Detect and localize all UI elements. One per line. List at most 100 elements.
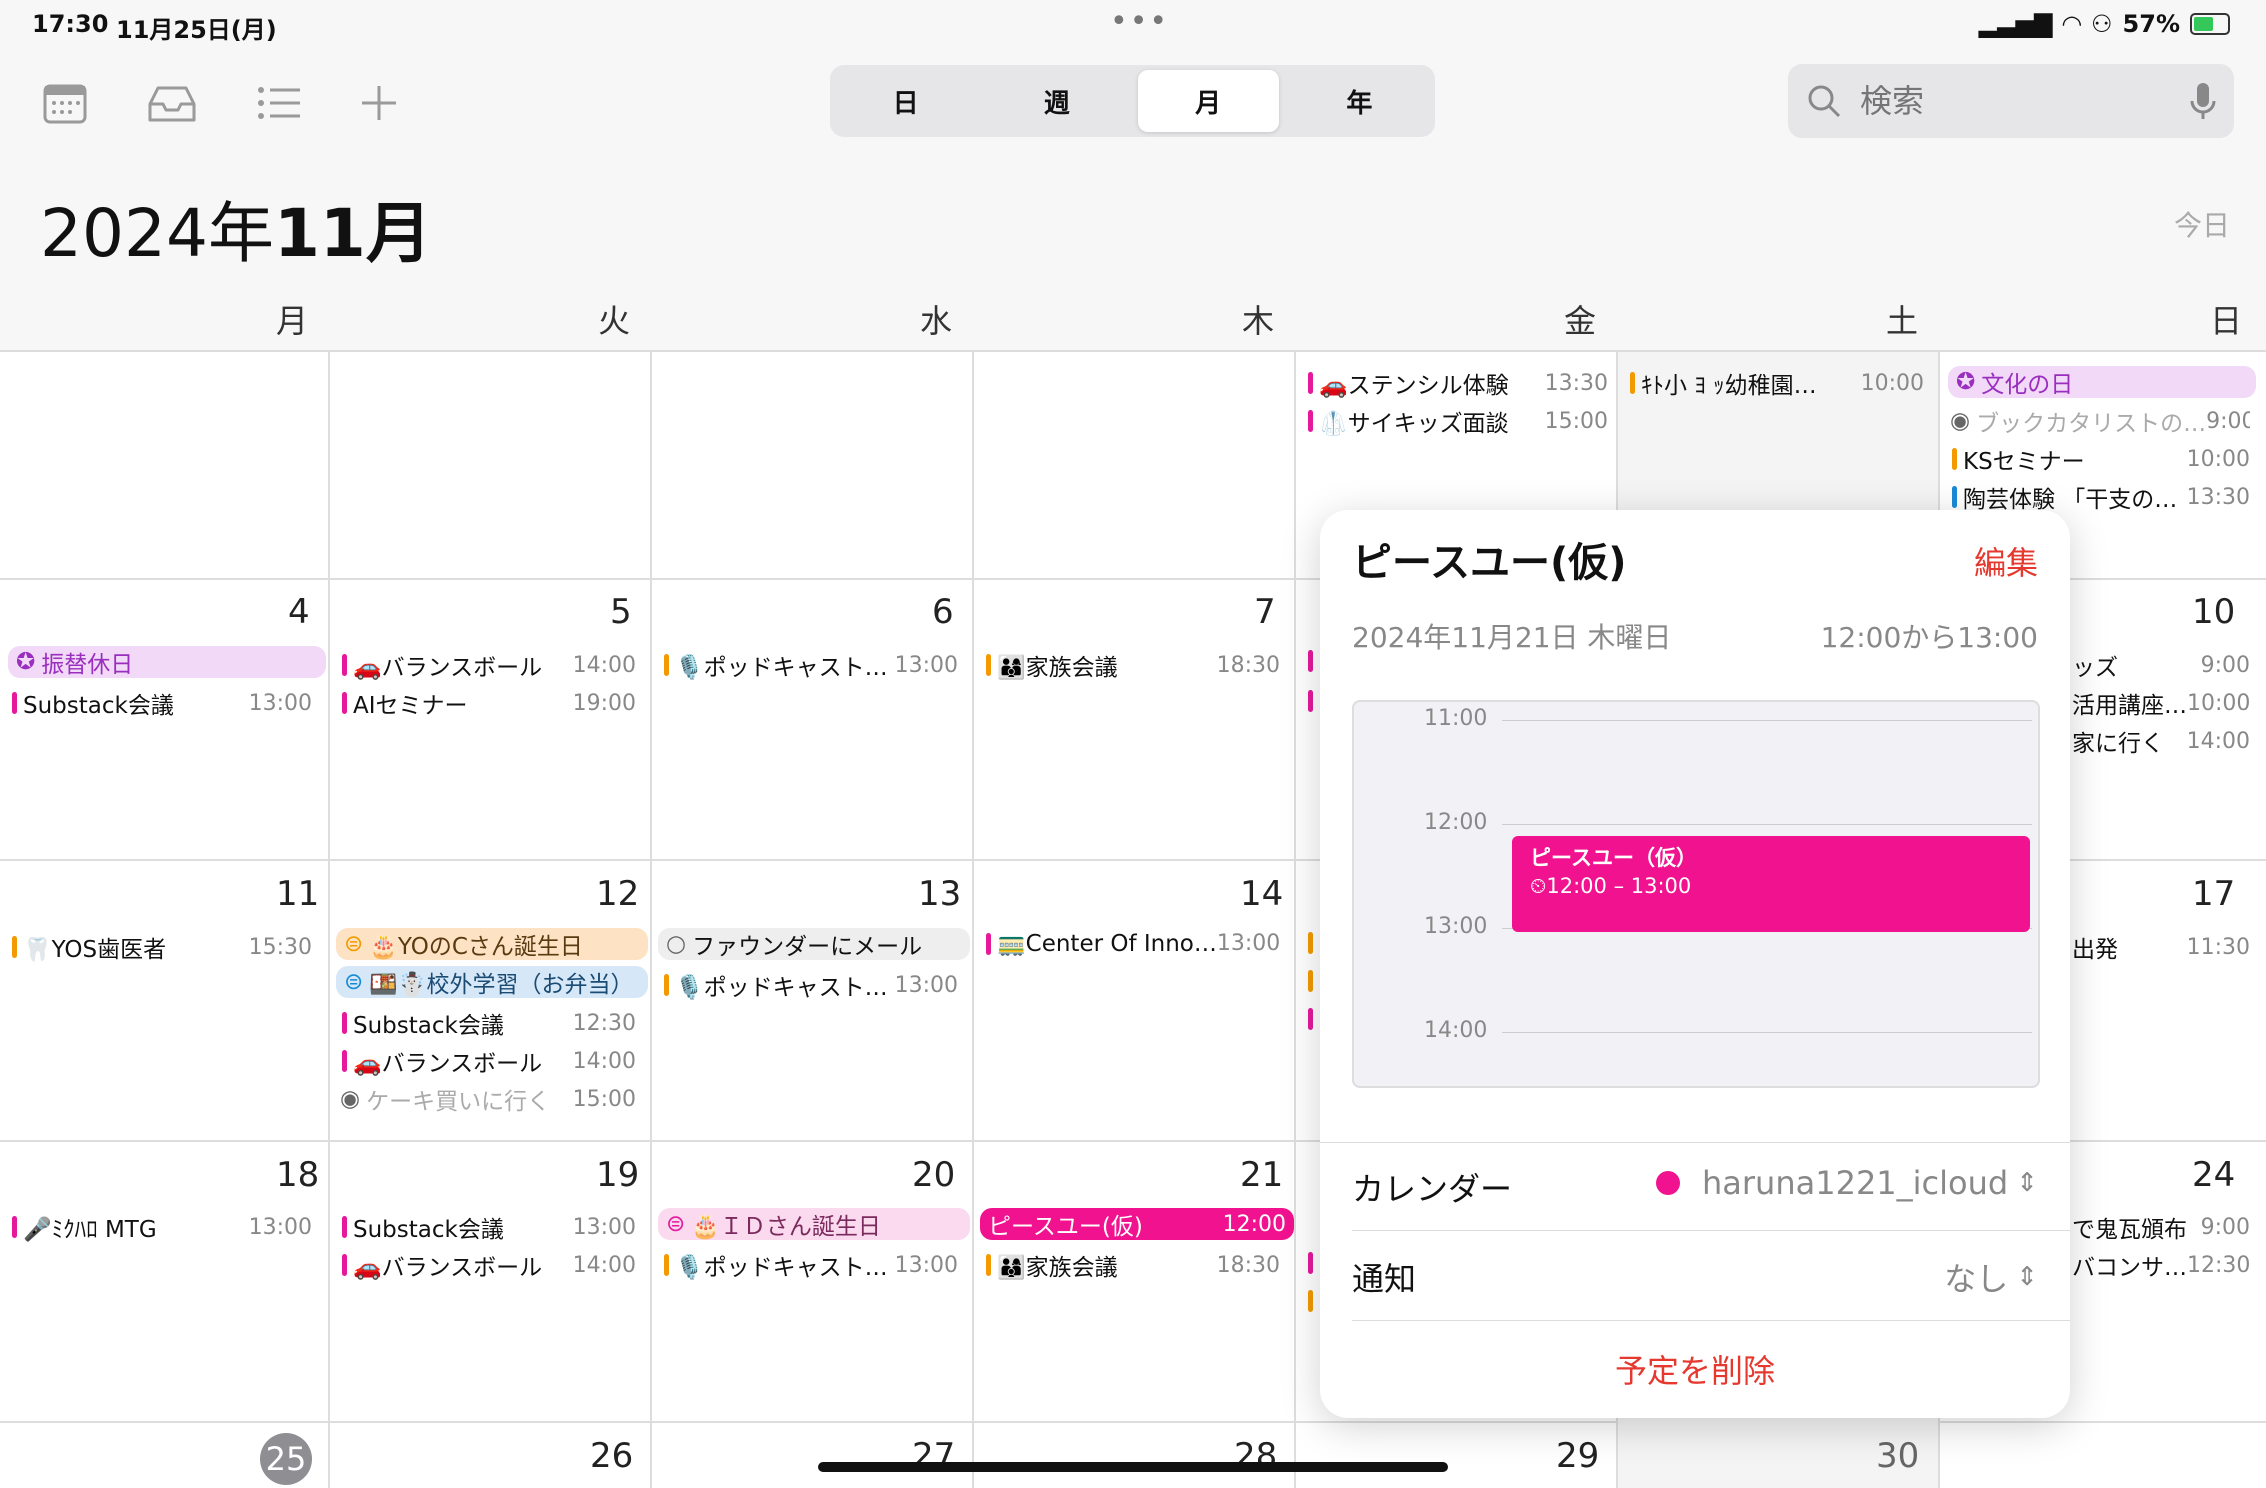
event-item[interactable]: 家に行く 14:00 xyxy=(2072,724,2250,758)
event-item[interactable]: 活用講座… 10:00 xyxy=(2072,686,2250,720)
chevron-updown-icon: ⇕ xyxy=(2016,1168,2038,1198)
grid-line xyxy=(972,352,974,1488)
weekday-sat: 土 xyxy=(1886,302,1919,340)
segment-week[interactable]: 週 xyxy=(986,70,1127,132)
event-marker xyxy=(1308,690,1313,712)
segment-year[interactable]: 年 xyxy=(1289,70,1430,132)
day-number[interactable]: 13 xyxy=(918,874,961,914)
day-number[interactable]: 21 xyxy=(1240,1155,1283,1195)
event-item[interactable]: 🚃Center Of Inno… 13:00 xyxy=(986,930,1280,957)
view-segmented-control[interactable]: 日 週 月 年 xyxy=(830,65,1435,137)
list-icon[interactable] xyxy=(256,80,302,126)
today-button[interactable]: 今日 xyxy=(2174,204,2230,244)
event-item[interactable]: 🎙️ポッドキャスト… 13:00 xyxy=(664,1248,958,1282)
event-item[interactable]: で鬼瓦頒布 9:00 xyxy=(2072,1210,2250,1244)
status-indicators: ▂▃▅▇ ◠ ⚇ 57% xyxy=(1979,10,2230,38)
today-day-number[interactable]: 25 xyxy=(260,1433,312,1485)
event-item[interactable]: 🎙️ポッドキャスト… 13:00 xyxy=(664,968,958,1002)
alert-label: 通知 xyxy=(1352,1260,1417,1298)
calendar-picker[interactable]: haruna1221_icloud ⇕ xyxy=(1656,1164,2038,1202)
day-number[interactable]: 5 xyxy=(610,592,632,632)
preview-event-time: ⏲12:00 – 13:00 xyxy=(1530,874,1692,898)
event-item[interactable]: ッズ 9:00 xyxy=(2072,648,2250,682)
event-item[interactable]: 🥼サイキッズ面談 15:00 xyxy=(1308,404,1608,438)
event-item[interactable]: Substack会議 12:30 xyxy=(342,1006,636,1040)
popover-time-range: 12:00から13:00 xyxy=(1820,621,2038,654)
circle-icon: ◉ xyxy=(1950,408,1971,434)
event-item[interactable]: 🚗バランスボール 14:00 xyxy=(342,1248,636,1282)
event-item[interactable]: 🚗バランスボール 14:00 xyxy=(342,1044,636,1078)
holiday-item[interactable]: ✪ 文化の日 xyxy=(1948,366,2256,398)
preview-event-title: ピースユー（仮） xyxy=(1530,846,1697,870)
event-item[interactable]: バコンサ… 12:30 xyxy=(2072,1248,2250,1282)
user-icon: ⚇ xyxy=(2091,10,2113,38)
multitask-dots-icon[interactable]: ••• xyxy=(1110,4,1169,39)
search-icon xyxy=(1808,85,1841,118)
event-item[interactable]: 陶芸体験 「干支の… 13:30 xyxy=(1952,480,2250,514)
edit-button[interactable]: 編集 xyxy=(1974,538,2038,584)
day-number[interactable]: 11 xyxy=(276,874,319,914)
day-number[interactable]: 29 xyxy=(1556,1436,1599,1476)
event-item[interactable]: 🎤ﾐｸﾊﾛ MTG 13:00 xyxy=(12,1210,312,1244)
day-number[interactable]: 12 xyxy=(596,874,639,914)
weekday-mon: 月 xyxy=(276,302,309,340)
day-number[interactable]: 24 xyxy=(2192,1155,2235,1195)
holiday-item[interactable]: ✪ 振替休日 xyxy=(8,646,326,678)
day-number[interactable]: 18 xyxy=(276,1155,319,1195)
hour-label: 14:00 xyxy=(1424,1018,1488,1043)
event-item[interactable]: 🚗バランスボール 14:00 xyxy=(342,648,636,682)
preview-event-block: ピースユー（仮） ⏲12:00 – 13:00 xyxy=(1512,836,2030,932)
search-field[interactable] xyxy=(1788,64,2234,138)
event-item[interactable]: 🎙️ポッドキャスト… 13:00 xyxy=(664,648,958,682)
battery-icon xyxy=(2190,13,2230,35)
event-item[interactable]: 🦷YOS歯医者 15:30 xyxy=(12,930,312,964)
day-number[interactable]: 20 xyxy=(912,1155,955,1195)
day-number[interactable]: 30 xyxy=(1876,1436,1919,1476)
calendars-icon[interactable] xyxy=(42,80,88,126)
event-item[interactable]: 👨‍👩‍👦家族会議 18:30 xyxy=(986,648,1280,682)
reminder-item[interactable]: ◉ ケーキ買いに行く 15:00 xyxy=(340,1082,636,1116)
search-input[interactable] xyxy=(1858,81,2162,121)
allday-event[interactable]: ⊜ 🍱☃️校外学習（お弁当） xyxy=(336,966,648,998)
status-time: 17:30 xyxy=(32,10,109,38)
event-item[interactable]: 出発 11:30 xyxy=(2072,930,2250,964)
weekday-thu: 木 xyxy=(1242,302,1275,340)
day-number[interactable]: 10 xyxy=(2192,592,2235,632)
alert-picker[interactable]: なし ⇕ xyxy=(1944,1254,2038,1300)
event-marker xyxy=(1308,650,1313,672)
event-item[interactable]: 🚗ステンシル体験 13:30 xyxy=(1308,366,1608,400)
event-item[interactable]: Substack会議 13:00 xyxy=(12,686,312,720)
day-number[interactable]: 7 xyxy=(1254,592,1276,632)
popover-arrow xyxy=(1298,1206,1322,1238)
day-number[interactable]: 19 xyxy=(596,1155,639,1195)
grid-line xyxy=(650,352,652,1488)
event-item[interactable]: KSセミナー 10:00 xyxy=(1952,442,2250,476)
microphone-icon[interactable] xyxy=(2190,81,2216,121)
alert-value: なし xyxy=(1944,1260,2009,1298)
selected-event[interactable]: ピースユー(仮) 12:00 xyxy=(980,1208,1294,1240)
event-item[interactable]: ◉ ブックカタリストの… 9:00 xyxy=(1950,404,2250,438)
event-item[interactable]: ｷﾄ小 ﾖ ｯ幼稚園… 10:00 xyxy=(1630,366,1924,400)
day-number[interactable]: 14 xyxy=(1240,874,1283,914)
day-number[interactable]: 6 xyxy=(932,592,954,632)
add-icon[interactable] xyxy=(356,80,402,126)
day-number[interactable]: 17 xyxy=(2192,874,2235,914)
segment-month[interactable]: 月 xyxy=(1137,70,1279,132)
inbox-icon[interactable] xyxy=(146,80,198,126)
event-item[interactable]: Substack会議 13:00 xyxy=(342,1210,636,1244)
segment-day[interactable]: 日 xyxy=(835,70,976,132)
delete-event-button[interactable]: 予定を削除 xyxy=(1320,1346,2070,1392)
title-month: 11月 xyxy=(273,195,432,272)
allday-event[interactable]: ⊜ 🎂ＩＤさん誕生日 xyxy=(658,1208,970,1240)
home-indicator[interactable] xyxy=(818,1462,1448,1472)
day-number[interactable]: 26 xyxy=(590,1436,633,1476)
event-item[interactable]: 👨‍👩‍👦家族会議 18:30 xyxy=(986,1248,1280,1282)
grid-line xyxy=(328,352,330,1488)
allday-event[interactable]: ⊜ 🎂YOのCさん誕生日 xyxy=(336,928,648,960)
day-number[interactable]: 4 xyxy=(288,592,310,632)
wifi-icon: ◠ xyxy=(2062,10,2082,38)
event-item[interactable]: AIセミナー 19:00 xyxy=(342,686,636,720)
day-preview: 11:00 12:00 13:00 14:00 ピースユー（仮） ⏲12:00 … xyxy=(1352,700,2040,1088)
reminder-item[interactable]: ○ ファウンダーにメール xyxy=(658,928,970,960)
star-icon: ✪ xyxy=(1956,369,1976,395)
